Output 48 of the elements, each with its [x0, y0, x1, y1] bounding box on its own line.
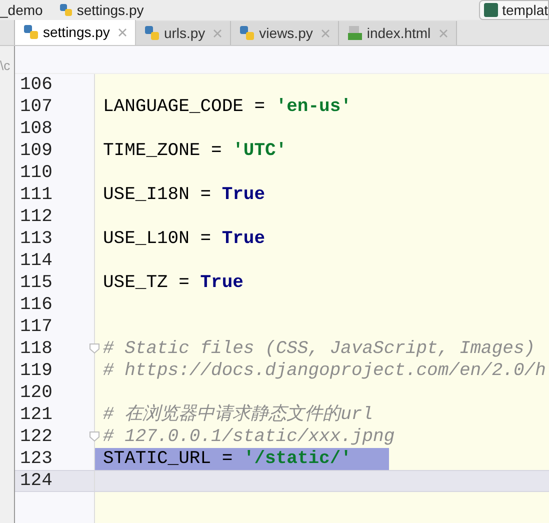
close-icon[interactable] — [118, 28, 127, 36]
code-comment: # Static files (CSS, JavaScript, Images) — [103, 338, 536, 360]
code-comment: # 在浏览器中请求静态文件的url — [103, 404, 374, 426]
line-number: 115 — [19, 272, 52, 294]
code-text: TIME_ZONE = 'UTC' — [103, 140, 287, 162]
line-number: 110 — [19, 162, 52, 184]
line-number: 117 — [19, 316, 52, 338]
line-number: 108 — [19, 118, 52, 140]
breadcrumb-item[interactable]: _demo — [0, 0, 43, 20]
python-file-icon — [58, 3, 73, 17]
line-number: 120 — [19, 382, 52, 404]
line-number: 113 — [19, 228, 52, 250]
line-number: 109 — [19, 140, 52, 162]
line-number: 116 — [19, 294, 52, 316]
file-tab[interactable]: views.py — [231, 21, 339, 45]
path-text: \c — [0, 58, 10, 73]
line-number: 107 — [19, 96, 52, 118]
line-number: 119 — [19, 360, 52, 382]
file-tab[interactable]: index.html — [338, 21, 457, 45]
code-text: USE_TZ = True — [103, 272, 244, 294]
close-icon[interactable] — [213, 28, 222, 38]
python-file-icon — [23, 24, 39, 40]
file-tab[interactable]: urls.py — [136, 21, 232, 45]
code-comment: # 127.0.0.1/static/xxx.jpng — [103, 426, 395, 448]
python-file-icon — [144, 25, 160, 41]
fold-icon[interactable] — [89, 431, 100, 442]
code-text: USE_I18N = True — [103, 184, 266, 206]
template-button[interactable]: templat — [479, 0, 549, 20]
code-text: LANGUAGE_CODE = 'en-us' — [103, 96, 352, 118]
fold-icon[interactable] — [89, 343, 100, 354]
code-text: STATIC_URL = '/static/' — [95, 448, 390, 470]
breadcrumb-item[interactable]: settings.py — [76, 0, 144, 20]
html-file-icon — [346, 25, 363, 41]
line-number: 111 — [19, 184, 52, 206]
line-number: 118 — [19, 338, 52, 360]
file-tab[interactable]: settings.py — [15, 19, 136, 45]
line-number: 114 — [19, 250, 52, 272]
python-file-icon — [239, 25, 256, 41]
code-text: USE_L10N = True — [103, 228, 266, 250]
line-number: 123 — [19, 448, 52, 470]
line-number: 112 — [19, 206, 52, 228]
close-icon[interactable] — [320, 28, 330, 38]
line-number: 122 — [19, 426, 52, 448]
code-comment: # https://docs.djangoproject.com/en/2.0/h — [103, 360, 546, 382]
line-number: 124 — [19, 470, 52, 492]
line-number: 121 — [19, 404, 52, 426]
close-icon[interactable] — [438, 28, 448, 38]
line-number: 106 — [19, 74, 52, 96]
